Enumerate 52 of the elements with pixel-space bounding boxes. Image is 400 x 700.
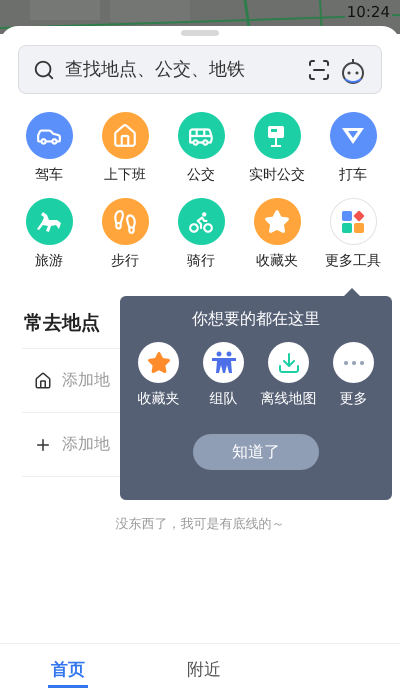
v-shape-icon	[341, 126, 365, 146]
popover-item-label: 组队	[210, 390, 238, 408]
section-title: 常去地点	[24, 311, 100, 336]
search-bar[interactable]: 查找地点、公交、地铁	[18, 45, 382, 94]
tool-item[interactable]: 收藏夹	[239, 198, 315, 270]
nav-tab[interactable]: 附近	[184, 654, 224, 688]
horse-icon	[35, 210, 63, 234]
popover-item[interactable]: 组队	[191, 342, 256, 408]
walking-icon	[112, 208, 138, 234]
tool-item[interactable]: 更多工具	[315, 198, 391, 270]
tool-label: 公交	[187, 166, 215, 184]
search-icon	[33, 58, 55, 80]
tool-label: 驾车	[35, 166, 63, 184]
more-dots-icon	[342, 360, 364, 366]
tool-item[interactable]: 公交	[163, 112, 239, 184]
tool-item[interactable]: 驾车	[11, 112, 87, 184]
scan-icon[interactable]	[307, 58, 331, 82]
star-icon	[146, 350, 170, 374]
apps-grid-icon	[342, 210, 364, 232]
tool-label: 骑行	[187, 252, 215, 270]
download-icon	[276, 350, 300, 374]
nav-tab[interactable]: 首页	[48, 654, 88, 688]
popover-item[interactable]: 收藏夹	[126, 342, 191, 408]
tool-label: 上下班	[104, 166, 146, 184]
popover-item[interactable]: 离线地图	[256, 342, 321, 408]
tool-label: 打车	[339, 166, 367, 184]
tool-label: 步行	[111, 252, 139, 270]
star-icon	[264, 208, 290, 234]
status-time: 10:24	[344, 3, 392, 21]
place-row-text: 添加地	[62, 434, 110, 455]
popover-item-label: 更多	[340, 390, 368, 408]
popover-item[interactable]: 更多	[321, 342, 386, 408]
tool-item[interactable]: 步行	[87, 198, 163, 270]
tool-item[interactable]: 骑行	[163, 198, 239, 270]
popover-title: 你想要的都在这里	[192, 309, 320, 330]
home-icon	[34, 372, 52, 390]
popover-item-label: 收藏夹	[138, 390, 180, 408]
end-of-list-text: 没东西了，我可是有底线的～	[114, 516, 286, 533]
tool-label: 更多工具	[325, 252, 381, 270]
search-field[interactable]: 查找地点、公交、地铁	[63, 58, 299, 81]
house-icon	[112, 122, 138, 148]
tool-item[interactable]: 旅游	[11, 198, 87, 270]
tool-item[interactable]: 实时公交	[239, 112, 315, 184]
popover-item-label: 离线地图	[260, 390, 316, 408]
two-people-icon	[210, 350, 236, 374]
tool-label: 实时公交	[249, 166, 305, 184]
tool-label: 旅游	[35, 252, 63, 270]
tool-item[interactable]: 上下班	[87, 112, 163, 184]
drag-handle[interactable]	[181, 30, 219, 36]
tool-item[interactable]: 打车	[315, 112, 391, 184]
tool-label: 收藏夹	[256, 252, 298, 270]
place-row-text: 添加地	[62, 370, 110, 391]
